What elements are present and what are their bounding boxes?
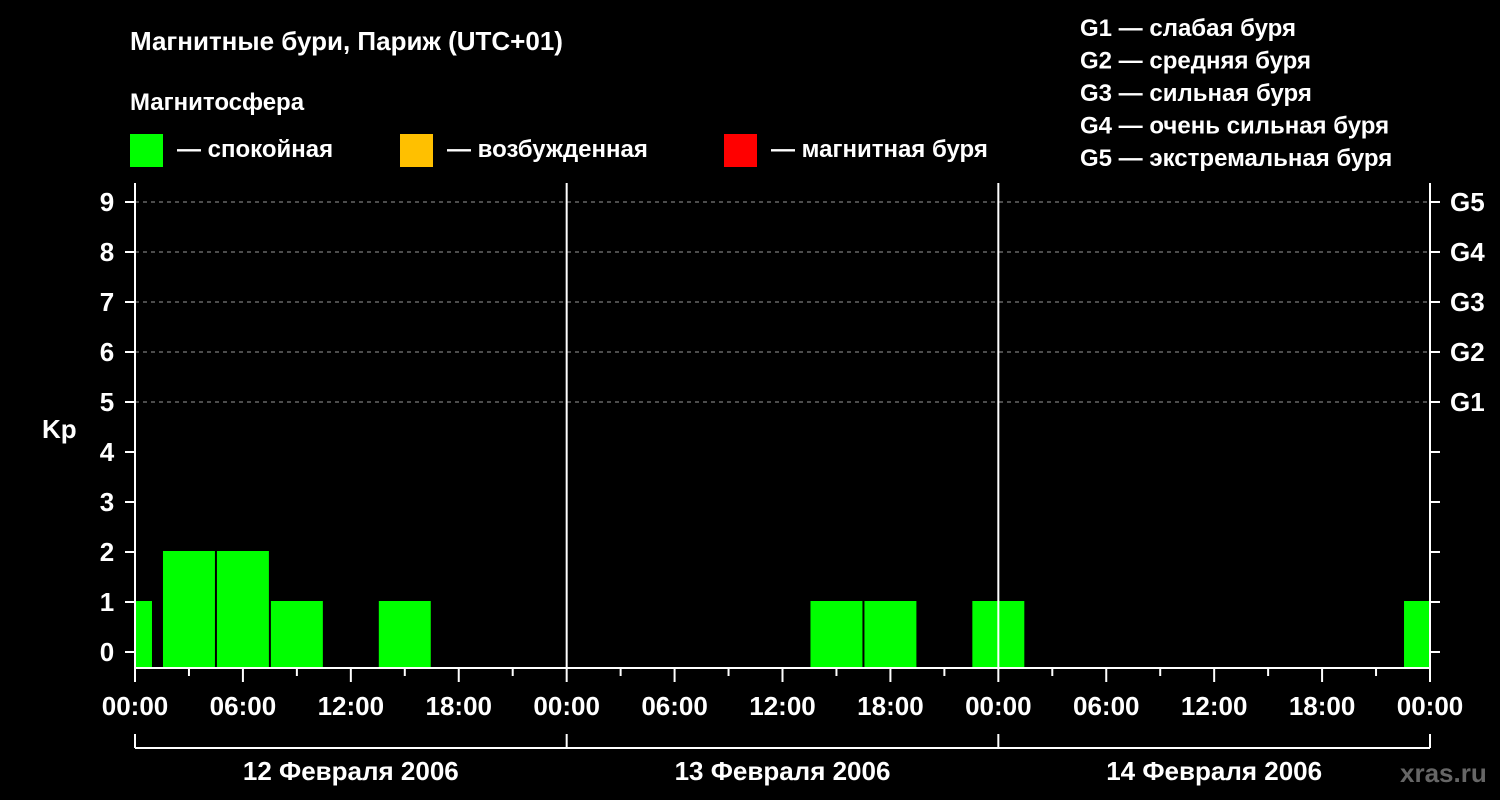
x-tick-label-6: 12:00: [749, 691, 816, 721]
day-label-0: 12 Февраля 2006: [243, 756, 459, 786]
bar-5: [810, 601, 863, 668]
y-tick-label-0: 0: [100, 637, 114, 667]
x-tick-label-12: 00:00: [1397, 691, 1464, 721]
x-tick-label-2: 12:00: [318, 691, 385, 721]
legend-swatch-1: [400, 134, 433, 167]
x-tick-label-0: 00:00: [102, 691, 169, 721]
y-tick-label-4: 4: [100, 437, 115, 467]
plot-area: 0 1 2 3 4 5 6 7 8 9 G1 G2 G3 G4 G5 00:00 06:00 12:00 18:00…: [100, 183, 1485, 786]
g-tick-label-G5: G5: [1450, 187, 1485, 217]
x-tick-label-8: 00:00: [965, 691, 1032, 721]
bar-3: [270, 601, 323, 668]
chart-subtitle: Магнитосфера: [130, 89, 305, 116]
y-tick-label-6: 6: [100, 337, 114, 367]
x-tick-label-3: 18:00: [426, 691, 493, 721]
g-tick-label-G3: G3: [1450, 287, 1485, 317]
legend-label-1: — возбужденная: [447, 136, 648, 163]
g-legend-item-4: G5 — экстремальная буря: [1080, 145, 1392, 172]
g-legend-item-2: G3 — сильная буря: [1080, 80, 1312, 107]
chart-title: Магнитные бури, Париж (UTC+01): [130, 26, 563, 56]
y-tick-label-2: 2: [100, 537, 114, 567]
g-legend-item-1: G2 — средняя буря: [1080, 48, 1311, 75]
legend-label-0: — спокойная: [177, 136, 333, 163]
y-tick-label-8: 8: [100, 237, 114, 267]
g-level-legend: G1 — слабая буря G2 — средняя буря G3 — си…: [1080, 15, 1392, 172]
bar-0: [136, 601, 152, 668]
y-tick-label-9: 9: [100, 187, 114, 217]
bar-1: [162, 551, 215, 668]
bar-4: [378, 601, 431, 668]
y-tick-label-1: 1: [100, 587, 114, 617]
legend-label-2: — магнитная буря: [771, 136, 988, 163]
legend: — спокойная — возбужденная — магнитная бур…: [130, 134, 988, 167]
bar-6: [864, 601, 917, 668]
day-label-1: 13 Февраля 2006: [675, 756, 891, 786]
g-legend-item-3: G4 — очень сильная буря: [1080, 113, 1389, 140]
day-label-2: 14 Февраля 2006: [1106, 756, 1322, 786]
x-tick-label-1: 06:00: [210, 691, 277, 721]
bar-8: [1404, 601, 1429, 668]
g-tick-label-G1: G1: [1450, 387, 1485, 417]
x-tick-label-5: 06:00: [641, 691, 708, 721]
bar-2: [216, 551, 269, 668]
g-tick-label-G4: G4: [1450, 237, 1485, 267]
y-axis-label: Kp: [42, 414, 77, 444]
g-tick-label-G2: G2: [1450, 337, 1485, 367]
legend-swatch-2: [724, 134, 757, 167]
legend-swatch-0: [130, 134, 163, 167]
x-tick-label-7: 18:00: [857, 691, 924, 721]
x-tick-label-9: 06:00: [1073, 691, 1140, 721]
y-tick-label-7: 7: [100, 287, 114, 317]
x-tick-label-4: 00:00: [533, 691, 600, 721]
y-tick-label-3: 3: [100, 487, 114, 517]
x-tick-label-10: 12:00: [1181, 691, 1248, 721]
y-tick-label-5: 5: [100, 387, 114, 417]
x-tick-label-11: 18:00: [1289, 691, 1356, 721]
g-legend-item-0: G1 — слабая буря: [1080, 15, 1296, 42]
kp-chart: Магнитные бури, Париж (UTC+01) Магнитосф…: [42, 15, 1487, 788]
watermark: xras.ru: [1400, 758, 1487, 788]
